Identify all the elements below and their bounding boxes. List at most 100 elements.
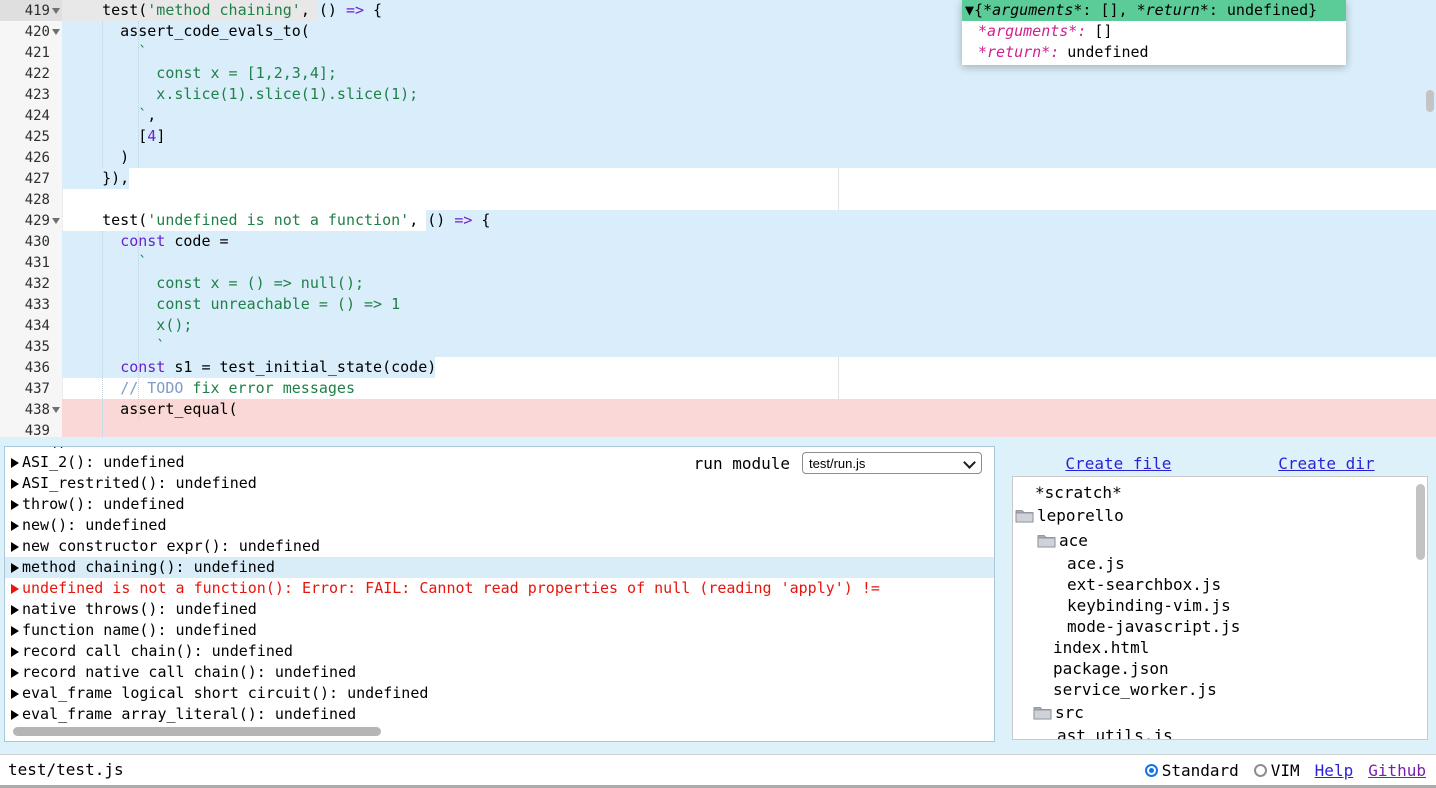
console-horizontal-scrollbar-thumb[interactable]: [13, 727, 381, 736]
code-text[interactable]: const code =: [62, 231, 1436, 252]
code-text[interactable]: `: [62, 252, 1436, 273]
code-text[interactable]: }),: [62, 168, 1436, 189]
tree-item[interactable]: service_worker.js: [1013, 679, 1427, 700]
code-text[interactable]: const s1 = test_initial_state(code): [62, 357, 1436, 378]
code-line[interactable]: ): [62, 147, 1436, 168]
expander-icon[interactable]: [11, 626, 19, 636]
create-dir-button[interactable]: Create dir: [1278, 454, 1374, 473]
code-text[interactable]: // TODO fix error messages: [62, 378, 1436, 399]
line-number: 431: [0, 252, 62, 273]
console-row[interactable]: eval_frame logical short circuit(): unde…: [5, 683, 994, 704]
code-line[interactable]: x();: [62, 315, 1436, 336]
tree-item[interactable]: ace: [1013, 528, 1427, 553]
console-row[interactable]: record native call chain(): undefined: [5, 662, 994, 683]
tree-item[interactable]: mode-javascript.js: [1013, 616, 1427, 637]
code-text[interactable]: x.slice(1).slice(1).slice(1);: [62, 84, 1436, 105]
code-line[interactable]: [4]: [62, 126, 1436, 147]
code-line[interactable]: `,: [62, 105, 1436, 126]
fold-arrow-icon[interactable]: [52, 29, 60, 35]
code-line[interactable]: [62, 420, 1436, 437]
console-row[interactable]: method chaining(): undefined: [5, 557, 994, 578]
code-text[interactable]: assert_equal(: [62, 399, 1436, 420]
tree-item[interactable]: keybinding-vim.js: [1013, 595, 1427, 616]
console-row[interactable]: new(): undefined: [5, 515, 994, 536]
code-editor[interactable]: 419 test('method chaining', () => {420 a…: [0, 0, 1436, 437]
create-file-button[interactable]: Create file: [1065, 454, 1171, 473]
run-module-select[interactable]: test/run.js: [802, 452, 982, 474]
code-text[interactable]: `,: [62, 105, 1436, 126]
code-line[interactable]: // TODO fix error messages: [62, 378, 1436, 399]
code-line[interactable]: const code =: [62, 231, 1436, 252]
console-row[interactable]: new constructor expr(): undefined: [5, 536, 994, 557]
tree-item[interactable]: ace.js: [1013, 553, 1427, 574]
code-line[interactable]: `: [62, 336, 1436, 357]
console-row[interactable]: native throws(): undefined: [5, 599, 994, 620]
console-panel: ASI(): undefinedASI_2(): undefinedASI_re…: [4, 446, 995, 742]
code-line[interactable]: const x = [1,2,3,4];: [62, 63, 1436, 84]
tree-item[interactable]: src: [1013, 700, 1427, 725]
console-row[interactable]: ASI_restrited(): undefined: [5, 473, 994, 494]
expander-icon[interactable]: [11, 458, 19, 468]
tree-item[interactable]: ext-searchbox.js: [1013, 574, 1427, 595]
radio-vim-icon[interactable]: [1254, 764, 1267, 777]
tree-item-label: *scratch*: [1035, 482, 1122, 503]
expander-icon[interactable]: [11, 605, 19, 615]
tree-item[interactable]: leporello: [1013, 503, 1427, 528]
fold-arrow-icon[interactable]: [52, 218, 60, 224]
expander-icon[interactable]: [11, 479, 19, 489]
editor-vertical-scrollbar-thumb[interactable]: [1426, 90, 1434, 112]
keybinding-vim-option[interactable]: VIM: [1254, 761, 1300, 780]
console-row[interactable]: undefined is not a function(): Error: FA…: [5, 578, 994, 599]
code-line[interactable]: assert_equal(: [62, 399, 1436, 420]
radio-standard-icon[interactable]: [1145, 764, 1158, 777]
tooltip-row[interactable]: *return*:undefined: [962, 42, 1340, 63]
tree-vertical-scrollbar-thumb[interactable]: [1416, 484, 1425, 560]
code-line[interactable]: const s1 = test_initial_state(code): [62, 357, 1436, 378]
tooltip-header[interactable]: ▼{*arguments*: [], *return*: undefined}: [962, 0, 1346, 21]
line-number-text: 439: [25, 423, 50, 438]
code-text[interactable]: const x = () => null();: [62, 273, 1436, 294]
tree-item[interactable]: index.html: [1013, 637, 1427, 658]
keybinding-standard-option[interactable]: Standard: [1145, 761, 1239, 780]
line-number-text: 422: [25, 66, 50, 82]
code-text[interactable]: [4]: [62, 126, 1436, 147]
tooltip-row[interactable]: *arguments*:[]: [962, 21, 1340, 42]
code-text[interactable]: const x = [1,2,3,4];: [62, 63, 1436, 84]
tree-item[interactable]: ast_utils.js: [1013, 725, 1427, 740]
code-line[interactable]: const unreachable = () => 1: [62, 294, 1436, 315]
code-text[interactable]: x();: [62, 315, 1436, 336]
expander-icon[interactable]: [11, 710, 19, 720]
code-line[interactable]: }),: [62, 168, 1436, 189]
expander-icon[interactable]: [11, 584, 19, 594]
expander-icon[interactable]: [11, 689, 19, 699]
fold-arrow-icon[interactable]: [52, 407, 60, 413]
fold-slot: [50, 29, 61, 35]
editor-lines[interactable]: 419 test('method chaining', () => {420 a…: [0, 0, 1436, 437]
code-text[interactable]: const unreachable = () => 1: [62, 294, 1436, 315]
console-row[interactable]: throw(): undefined: [5, 494, 994, 515]
expander-icon[interactable]: [11, 446, 19, 447]
expander-icon[interactable]: [11, 500, 19, 510]
tree-item[interactable]: *scratch*: [1013, 482, 1427, 503]
expander-icon[interactable]: [11, 563, 19, 573]
code-text[interactable]: ): [62, 147, 1436, 168]
expander-icon[interactable]: [11, 542, 19, 552]
code-line[interactable]: [62, 189, 1436, 210]
line-number-text: 436: [25, 360, 50, 376]
console-row[interactable]: function name(): undefined: [5, 620, 994, 641]
code-line[interactable]: `: [62, 252, 1436, 273]
code-line[interactable]: const x = () => null();: [62, 273, 1436, 294]
code-line[interactable]: x.slice(1).slice(1).slice(1);: [62, 84, 1436, 105]
expander-icon[interactable]: [11, 647, 19, 657]
code-text[interactable]: `: [62, 336, 1436, 357]
code-line[interactable]: test('undefined is not a function', () =…: [62, 210, 1436, 231]
help-link[interactable]: Help: [1315, 761, 1354, 780]
fold-arrow-icon[interactable]: [52, 8, 60, 14]
console-row[interactable]: eval_frame array_literal(): undefined: [5, 704, 994, 725]
tree-item[interactable]: package.json: [1013, 658, 1427, 679]
github-link[interactable]: Github: [1368, 761, 1426, 780]
expander-icon[interactable]: [11, 521, 19, 531]
console-row[interactable]: record call chain(): undefined: [5, 641, 994, 662]
code-text[interactable]: test('undefined is not a function', () =…: [62, 210, 1436, 231]
expander-icon[interactable]: [11, 668, 19, 678]
